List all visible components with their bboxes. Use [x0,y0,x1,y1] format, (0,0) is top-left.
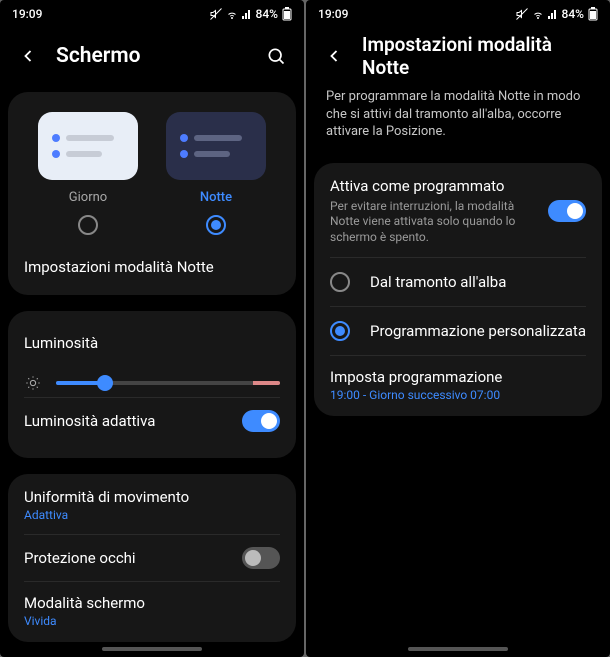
wifi-icon [532,8,544,20]
theme-label-day: Giorno [69,190,107,205]
adaptive-brightness-toggle[interactable] [242,410,280,432]
option-custom-radio[interactable] [330,321,350,341]
status-right: 84% [210,7,292,21]
adaptive-brightness-label: Luminosità adattiva [24,412,155,430]
status-time: 19:09 [318,7,348,21]
option-sunset-label: Dal tramonto all'alba [370,273,506,291]
brightness-slider[interactable] [56,381,280,385]
night-settings-label: Impostazioni modalità Notte [24,258,214,276]
intro-text: Per programmare la modalità Notte in mod… [306,84,610,155]
status-right: 84% [516,7,598,21]
set-schedule-value: 19:00 - Giorno successivo 07:00 [330,388,586,402]
theme-radio-day[interactable] [78,215,98,235]
scheduled-toggle[interactable] [548,200,586,222]
display-options-card: Uniformità di movimento Adattiva Protezi… [8,474,296,642]
motion-row[interactable]: Uniformità di movimento Adattiva [24,488,280,534]
theme-preview-night [166,112,266,180]
eye-protection-toggle[interactable] [242,547,280,569]
screen-display: 19:09 84% Schermo [0,0,304,657]
header: Schermo [0,28,304,84]
back-button[interactable] [322,44,346,68]
option-custom-label: Programmazione personalizzata [370,322,586,340]
scheduled-label: Attiva come programmato [330,177,538,195]
brightness-label: Luminosità [24,334,98,352]
back-button[interactable] [16,44,40,68]
wifi-icon [226,8,238,20]
night-settings-row[interactable]: Impostazioni modalità Notte [24,241,280,281]
eye-protection-label: Protezione occhi [24,549,136,567]
theme-radio-night[interactable] [206,215,226,235]
page-title: Impostazioni modalità Notte [362,33,594,79]
theme-option-night[interactable]: Notte [166,112,266,235]
statusbar: 19:09 84% [0,0,304,28]
sun-icon [24,375,42,391]
theme-label-night: Notte [200,190,232,205]
theme-card: Giorno Notte Impostazioni modalità Notte [8,92,296,295]
schedule-card: Attiva come programmato Per evitare inte… [314,163,602,417]
statusbar: 19:09 84% [306,0,610,28]
nav-handle[interactable] [408,647,508,651]
header: Impostazioni modalità Notte [306,28,610,84]
screen-mode-row[interactable]: Modalità schermo Vivida [24,582,280,628]
adaptive-brightness-row[interactable]: Luminosità adattiva [24,398,280,444]
screen-mode-label: Modalità schermo [24,594,280,612]
motion-value: Adattiva [24,508,280,522]
brightness-card: Luminosità Luminosità adattiva [8,311,296,458]
theme-option-day[interactable]: Giorno [38,112,138,235]
scheduled-row[interactable]: Attiva come programmato Per evitare inte… [330,177,586,258]
set-schedule-label: Imposta programmazione [330,368,586,386]
battery-icon [588,7,598,21]
signal-icon [548,9,558,19]
option-custom-row[interactable]: Programmazione personalizzata [330,307,586,355]
mute-icon [516,8,528,20]
mute-icon [210,8,222,20]
search-button[interactable] [264,44,288,68]
battery-icon [282,7,292,21]
eye-protection-row[interactable]: Protezione occhi [24,535,280,581]
battery-text: 84% [256,7,278,21]
screen-night-settings: 19:09 84% Impostazioni modalità Notte Pe… [306,0,610,657]
option-sunset-radio[interactable] [330,272,350,292]
scheduled-desc: Per evitare interruzioni, la modalità No… [330,199,538,246]
option-sunset-row[interactable]: Dal tramonto all'alba [330,258,586,306]
signal-icon [242,9,252,19]
page-title: Schermo [56,44,248,68]
theme-preview-day [38,112,138,180]
status-time: 19:09 [12,7,42,21]
set-schedule-row[interactable]: Imposta programmazione 19:00 - Giorno su… [330,356,586,402]
motion-label: Uniformità di movimento [24,488,280,506]
battery-text: 84% [562,7,584,21]
screen-mode-value: Vivida [24,614,280,628]
nav-handle[interactable] [102,647,202,651]
